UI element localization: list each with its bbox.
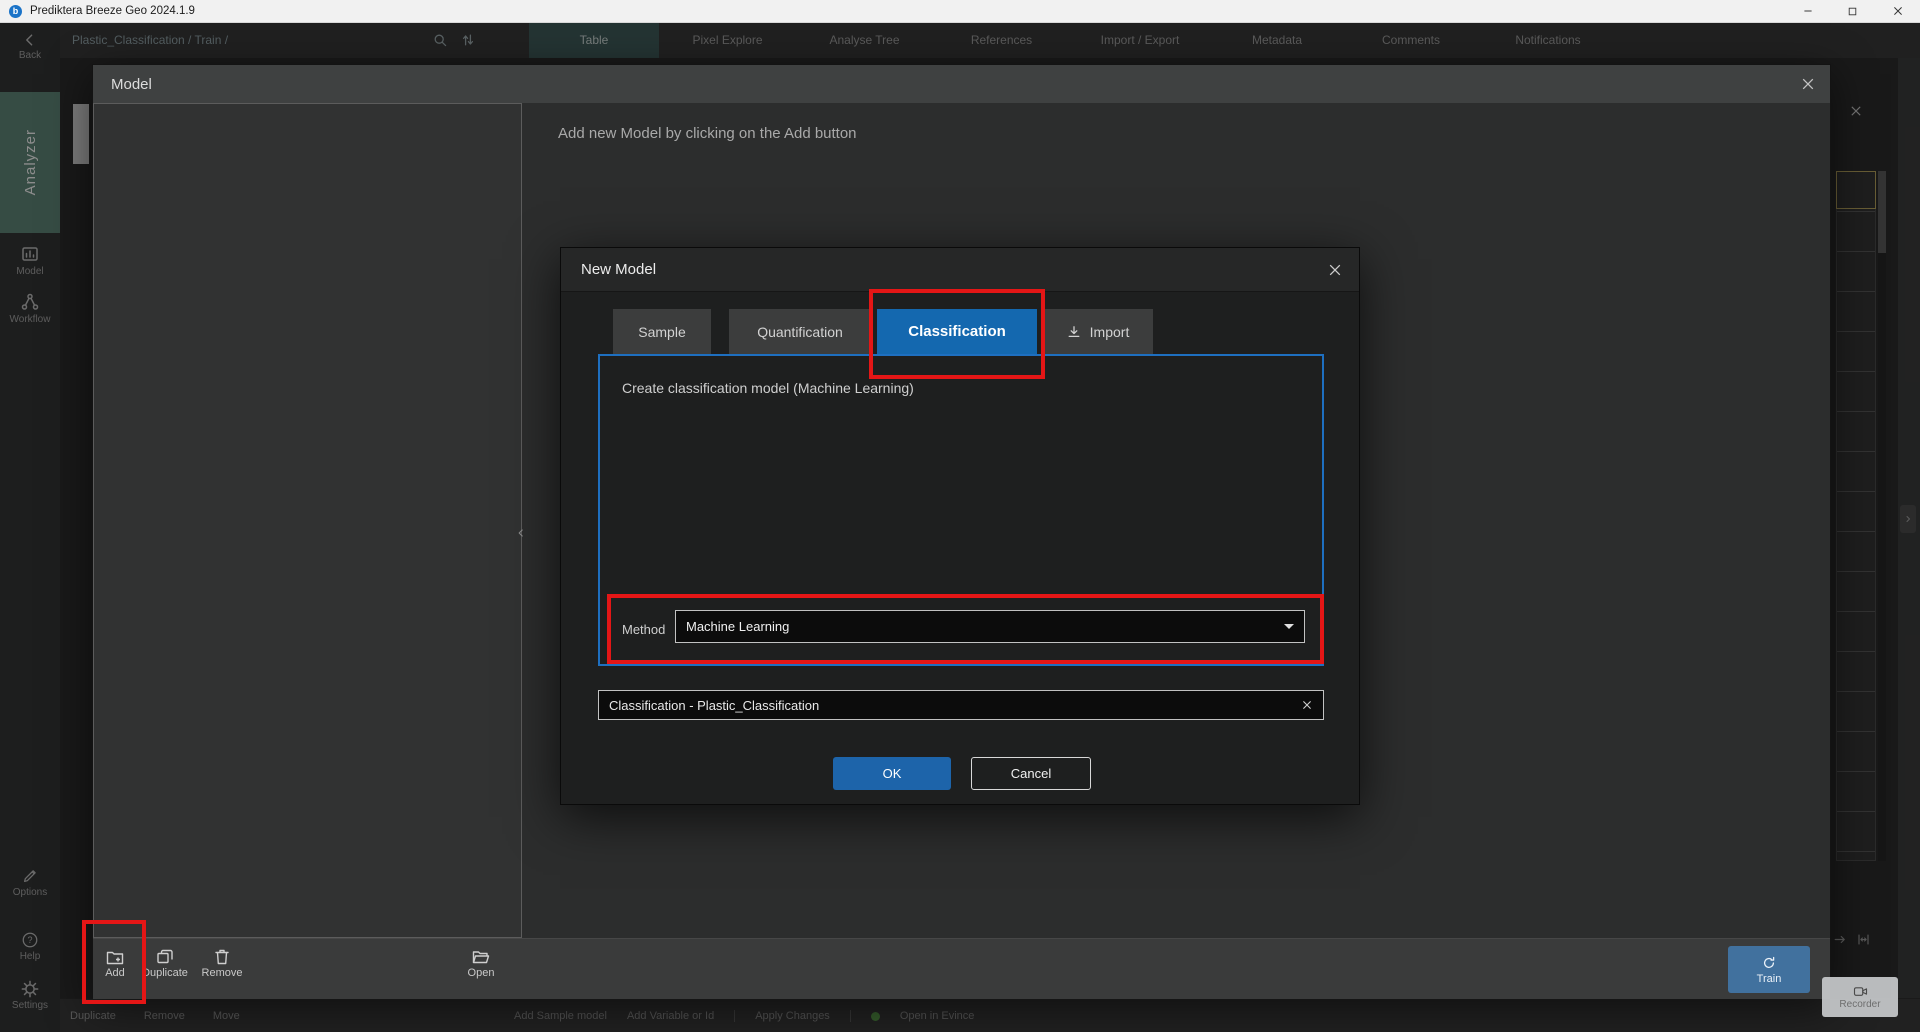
folder-plus-icon: [91, 947, 139, 967]
minimize-button[interactable]: [1785, 0, 1830, 22]
open-label: Open: [453, 967, 509, 979]
remove-label: Remove: [194, 967, 250, 979]
new-model-dialog-close-icon[interactable]: [1327, 262, 1343, 278]
trash-icon: [194, 947, 250, 967]
classification-description: Create classification model (Machine Lea…: [622, 380, 914, 396]
new-model-tab-bar: Sample Quantification Classification Imp…: [613, 309, 1153, 354]
tab-import[interactable]: Import: [1042, 309, 1153, 354]
model-empty-message: Add new Model by clicking on the Add but…: [558, 125, 857, 142]
duplicate-folders-icon: [137, 947, 193, 967]
new-model-dialog-header: New Model: [561, 248, 1359, 292]
train-button[interactable]: Train: [1728, 946, 1810, 993]
new-model-dialog: New Model Sample Quantification Classifi…: [560, 247, 1360, 805]
model-dialog-header: Model: [93, 65, 1830, 103]
clear-name-icon[interactable]: [1301, 699, 1313, 711]
model-dialog-close-icon[interactable]: [1800, 76, 1816, 92]
model-dialog-toolbar: Add Duplicate Remove Open: [93, 938, 1830, 999]
method-label: Method: [622, 622, 665, 637]
app-logo-icon: b: [9, 5, 22, 18]
open-model-button[interactable]: Open: [453, 947, 509, 979]
refresh-icon: [1761, 955, 1777, 971]
add-model-button[interactable]: Add: [91, 947, 139, 979]
remove-model-button[interactable]: Remove: [194, 947, 250, 979]
collapse-panel-chevron-icon[interactable]: [515, 527, 527, 539]
model-name-input[interactable]: [599, 698, 1301, 713]
recorder-label: Recorder: [1839, 999, 1880, 1010]
model-name-field: [598, 690, 1324, 720]
maximize-button[interactable]: [1830, 0, 1875, 22]
recorder-button[interactable]: Recorder: [1822, 977, 1898, 1017]
new-model-dialog-title: New Model: [581, 261, 656, 278]
video-camera-icon: [1853, 985, 1868, 998]
close-window-button[interactable]: [1875, 0, 1920, 22]
ok-button[interactable]: OK: [833, 757, 951, 790]
tab-classification[interactable]: Classification: [877, 309, 1037, 354]
classification-tab-panel: Create classification model (Machine Lea…: [598, 354, 1324, 666]
folder-open-icon: [453, 947, 509, 967]
model-dialog-title: Model: [111, 76, 152, 93]
duplicate-model-button[interactable]: Duplicate: [137, 947, 193, 979]
title-bar: b Prediktera Breeze Geo 2024.1.9: [0, 0, 1920, 23]
train-label: Train: [1757, 973, 1782, 985]
tab-quantification[interactable]: Quantification: [729, 309, 871, 354]
add-label: Add: [91, 967, 139, 979]
method-selected-value: Machine Learning: [686, 619, 789, 634]
tab-sample[interactable]: Sample: [613, 309, 711, 354]
app-window: b Prediktera Breeze Geo 2024.1.9 Plastic…: [0, 0, 1920, 1032]
download-icon: [1066, 324, 1082, 340]
import-label: Import: [1090, 324, 1130, 340]
app-title: Prediktera Breeze Geo 2024.1.9: [30, 5, 195, 17]
duplicate-label: Duplicate: [137, 967, 193, 979]
model-list-panel[interactable]: [93, 103, 522, 938]
chevron-down-icon: [1284, 624, 1294, 634]
cancel-button[interactable]: Cancel: [971, 757, 1091, 790]
method-select[interactable]: Machine Learning: [675, 610, 1305, 643]
